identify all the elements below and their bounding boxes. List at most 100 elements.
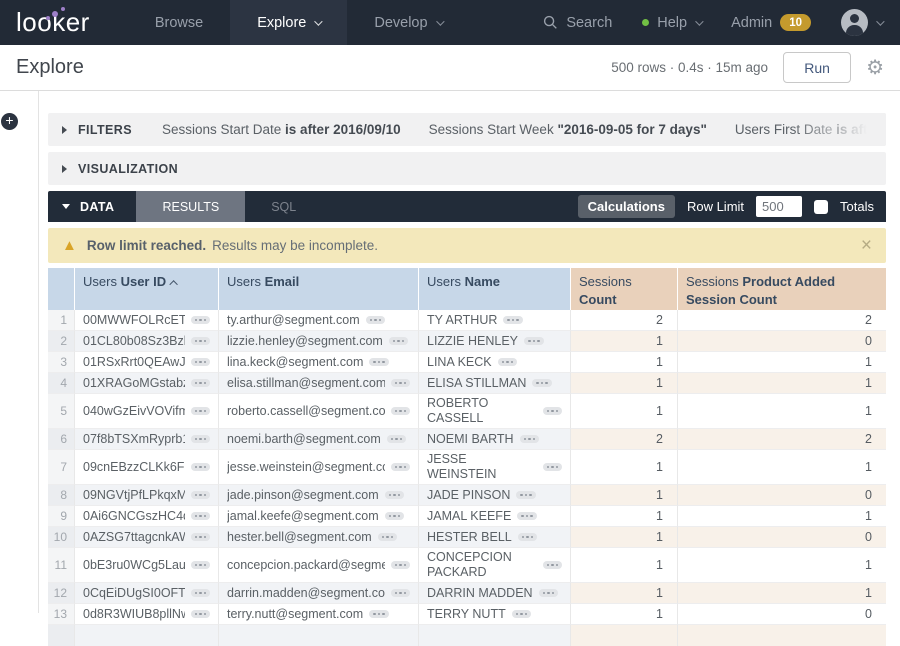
cell-sessions-count[interactable] <box>570 625 677 646</box>
cell-menu-icon[interactable] <box>524 337 544 346</box>
cell-menu-icon[interactable] <box>191 316 211 325</box>
calculations-button[interactable]: Calculations <box>578 195 675 218</box>
cell-menu-icon[interactable] <box>378 533 398 542</box>
cell-email[interactable]: lizzie.henley@segment.com <box>218 331 418 352</box>
column-header-user-id[interactable]: Users User ID <box>74 268 218 310</box>
cell-product-added-count[interactable]: 0 <box>677 527 886 548</box>
looker-logo[interactable]: looker <box>16 7 90 38</box>
cell-email[interactable]: concepcion.packard@segment.com <box>218 548 418 583</box>
cell-product-added-count[interactable]: 1 <box>677 394 886 429</box>
cell-menu-icon[interactable] <box>503 316 523 325</box>
cell-menu-icon[interactable] <box>539 589 559 598</box>
cell-email[interactable]: hester.bell@segment.com <box>218 527 418 548</box>
cell-product-added-count[interactable]: 0 <box>677 604 886 625</box>
cell-name[interactable]: LINA KECK <box>418 352 570 373</box>
cell-menu-icon[interactable] <box>387 435 407 444</box>
tab-results[interactable]: RESULTS <box>136 191 245 222</box>
column-header-product-added-count[interactable]: Sessions Product Added Session Count <box>677 268 886 310</box>
cell-name[interactable]: JESSE WEINSTEIN <box>418 450 570 485</box>
cell-user-id[interactable]: 01RSxRrt0QEAwJCq <box>74 352 218 373</box>
cell-name[interactable]: TERRY NUTT <box>418 604 570 625</box>
cell-name[interactable]: ROBERTO CASSELL <box>418 394 570 429</box>
cell-menu-icon[interactable] <box>385 491 405 500</box>
cell-email[interactable]: darrin.madden@segment.com <box>218 583 418 604</box>
cell-product-added-count[interactable]: 1 <box>677 352 886 373</box>
cell-user-id[interactable]: 07f8bTSXmRyprb1R <box>74 429 218 450</box>
cell-menu-icon[interactable] <box>520 435 540 444</box>
cell-menu-icon[interactable] <box>391 561 411 570</box>
cell-name[interactable]: LIZZIE HENLEY <box>418 331 570 352</box>
cell-sessions-count[interactable]: 1 <box>570 583 677 604</box>
cell-menu-icon[interactable] <box>543 561 563 570</box>
cell-email[interactable] <box>218 625 418 646</box>
cell-menu-icon[interactable] <box>391 589 411 598</box>
cell-menu-icon[interactable] <box>191 491 211 500</box>
cell-menu-icon[interactable] <box>191 463 211 472</box>
cell-menu-icon[interactable] <box>518 533 538 542</box>
cell-menu-icon[interactable] <box>498 358 518 367</box>
data-section-toggle[interactable]: DATA <box>48 200 136 214</box>
cell-sessions-count[interactable]: 1 <box>570 373 677 394</box>
cell-user-id[interactable]: 0bE3ru0WCg5LauWM <box>74 548 218 583</box>
column-header-name[interactable]: Users Name <box>418 268 570 310</box>
cell-email[interactable]: terry.nutt@segment.com <box>218 604 418 625</box>
cell-user-id[interactable]: 040wGzEivVOVifm6 <box>74 394 218 429</box>
close-icon[interactable]: × <box>861 236 872 255</box>
cell-name[interactable]: TY ARTHUR <box>418 310 570 331</box>
cell-menu-icon[interactable] <box>543 407 563 416</box>
cell-menu-icon[interactable] <box>516 491 536 500</box>
nav-item-develop[interactable]: Develop <box>347 0 468 45</box>
cell-menu-icon[interactable] <box>191 379 211 388</box>
run-button[interactable]: Run <box>783 52 851 83</box>
cell-name[interactable]: DARRIN MADDEN <box>418 583 570 604</box>
cell-name[interactable]: JAMAL KEEFE <box>418 506 570 527</box>
cell-product-added-count[interactable]: 1 <box>677 450 886 485</box>
cell-name[interactable] <box>418 625 570 646</box>
cell-sessions-count[interactable]: 1 <box>570 527 677 548</box>
cell-user-id[interactable]: 00MWWFOLRcETcTCf <box>74 310 218 331</box>
user-menu[interactable] <box>841 9 882 36</box>
search-button[interactable]: Search <box>543 15 612 31</box>
cell-user-id[interactable]: 0AZSG7ttagcnkAWf <box>74 527 218 548</box>
cell-sessions-count[interactable]: 1 <box>570 331 677 352</box>
cell-menu-icon[interactable] <box>391 379 411 388</box>
cell-menu-icon[interactable] <box>512 610 532 619</box>
cell-user-id[interactable]: 09NGVtjPfLPkqxMy <box>74 485 218 506</box>
cell-email[interactable]: noemi.barth@segment.com <box>218 429 418 450</box>
column-header-sessions-count[interactable]: Sessions Count <box>570 268 677 310</box>
cell-email[interactable]: ty.arthur@segment.com <box>218 310 418 331</box>
cell-name[interactable]: ELISA STILLMAN <box>418 373 570 394</box>
cell-menu-icon[interactable] <box>191 610 211 619</box>
nav-item-explore[interactable]: Explore <box>230 0 347 45</box>
cell-user-id[interactable]: 0CqEiDUgSI0OFTxh <box>74 583 218 604</box>
admin-menu[interactable]: Admin 10 <box>731 14 811 31</box>
cell-sessions-count[interactable]: 1 <box>570 450 677 485</box>
add-button[interactable]: + <box>1 113 18 130</box>
cell-menu-icon[interactable] <box>532 379 552 388</box>
cell-user-id[interactable]: 0d8R3WIUB8pllNwh <box>74 604 218 625</box>
cell-menu-icon[interactable] <box>391 463 411 472</box>
cell-menu-icon[interactable] <box>191 358 211 367</box>
cell-product-added-count[interactable]: 1 <box>677 548 886 583</box>
cell-user-id[interactable]: 01XRAGoMGstabzol <box>74 373 218 394</box>
row-limit-input[interactable] <box>756 196 802 217</box>
cell-product-added-count[interactable]: 0 <box>677 331 886 352</box>
filters-section[interactable]: FILTERS Sessions Start Date is after 201… <box>48 113 886 146</box>
cell-email[interactable]: roberto.cassell@segment.com <box>218 394 418 429</box>
cell-product-added-count[interactable] <box>677 625 886 646</box>
cell-menu-icon[interactable] <box>191 589 211 598</box>
tab-sql[interactable]: SQL <box>245 191 322 222</box>
cell-name[interactable]: HESTER BELL <box>418 527 570 548</box>
cell-menu-icon[interactable] <box>191 435 211 444</box>
cell-menu-icon[interactable] <box>366 316 386 325</box>
cell-name[interactable]: NOEMI BARTH <box>418 429 570 450</box>
cell-menu-icon[interactable] <box>191 512 211 521</box>
cell-name[interactable]: CONCEPCION PACKARD <box>418 548 570 583</box>
cell-sessions-count[interactable]: 2 <box>570 429 677 450</box>
cell-product-added-count[interactable]: 1 <box>677 506 886 527</box>
column-header-email[interactable]: Users Email <box>218 268 418 310</box>
cell-email[interactable]: elisa.stillman@segment.com <box>218 373 418 394</box>
cell-sessions-count[interactable]: 1 <box>570 394 677 429</box>
cell-product-added-count[interactable]: 0 <box>677 485 886 506</box>
cell-menu-icon[interactable] <box>391 407 411 416</box>
